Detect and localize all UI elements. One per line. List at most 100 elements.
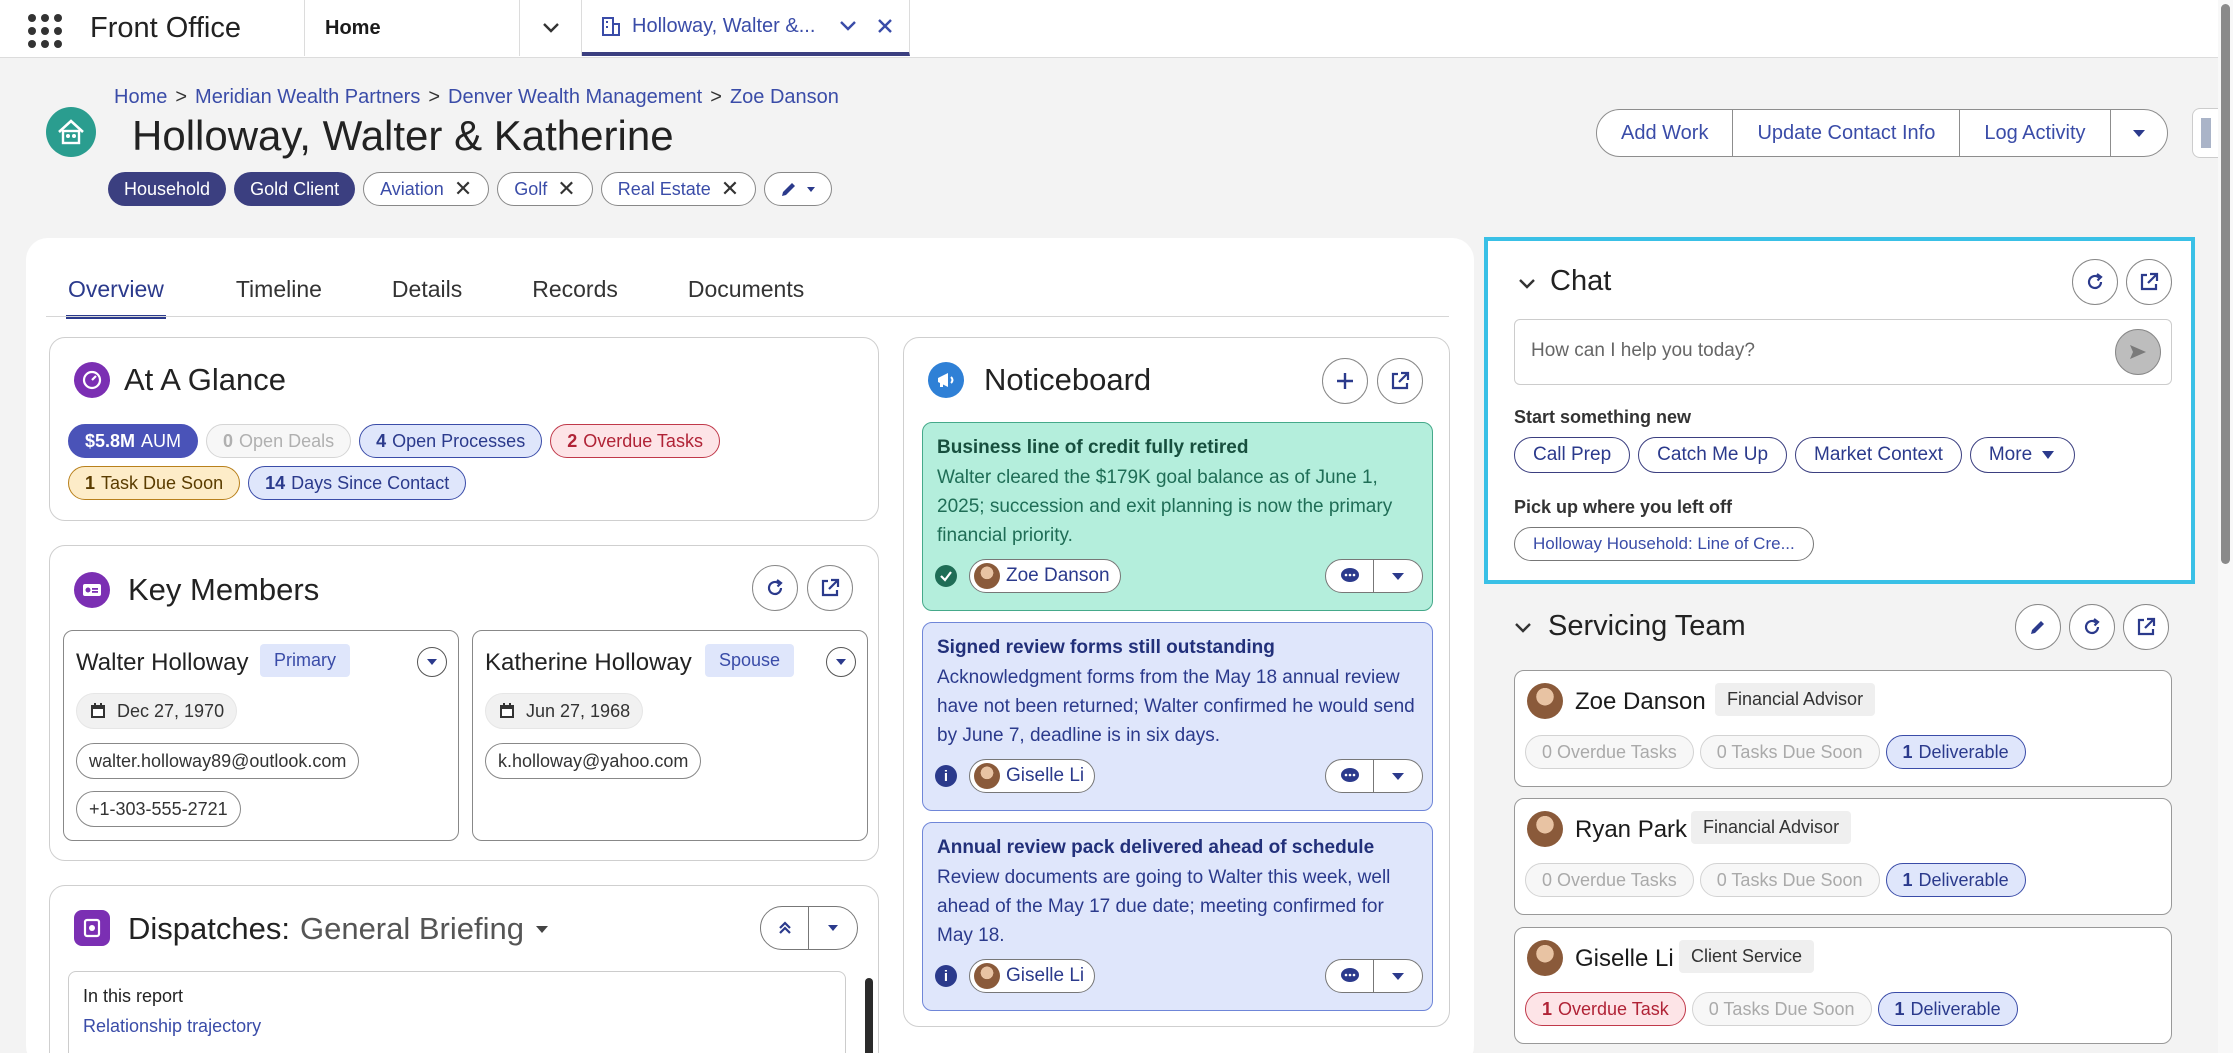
pop-out-button[interactable]	[2126, 259, 2172, 305]
send-icon	[2130, 345, 2146, 359]
vertical-scrollbar[interactable]	[2218, 0, 2233, 1053]
dispatch-menu-button[interactable]	[809, 907, 857, 949]
member-name[interactable]: Katherine Holloway	[485, 649, 692, 677]
open-processes-pill[interactable]: 4 Open Processes	[359, 424, 543, 458]
notice-menu-button[interactable]	[1374, 560, 1422, 592]
close-icon[interactable]	[875, 16, 895, 36]
chevron-down-icon[interactable]	[1516, 273, 1538, 295]
person-chip[interactable]: Zoe Danson	[969, 559, 1121, 593]
comment-button[interactable]	[1326, 960, 1374, 992]
side-panel-toggle[interactable]	[2192, 108, 2218, 158]
comment-button[interactable]	[1326, 560, 1374, 592]
email-chip[interactable]: walter.holloway89@outlook.com	[76, 743, 360, 779]
member-name[interactable]: Walter Holloway	[76, 649, 249, 677]
refresh-button[interactable]	[752, 565, 798, 611]
edit-button[interactable]	[2015, 604, 2061, 650]
log-activity-button[interactable]: Log Activity	[1960, 110, 2111, 156]
caret-down-icon[interactable]	[534, 921, 550, 937]
tasks-due-soon-pill[interactable]: 0 Tasks Due Soon	[1691, 992, 1872, 1026]
deliverable-pill[interactable]: 1 Deliverable	[1877, 992, 2018, 1026]
breadcrumb-item[interactable]: Home	[114, 86, 167, 108]
app-launcher-icon[interactable]	[28, 14, 62, 48]
remove-tag-icon[interactable]: ✕	[557, 176, 575, 202]
remove-tag-icon[interactable]: ✕	[454, 176, 472, 202]
team-member-name[interactable]: Giselle Li	[1575, 945, 1674, 973]
days-since-contact-value: 14	[265, 472, 286, 493]
chevron-down-icon[interactable]	[1512, 617, 1534, 639]
remove-tag-icon[interactable]: ✕	[721, 176, 739, 202]
dispatch-type-dropdown[interactable]: General Briefing	[300, 911, 524, 947]
tasks-due-soon-pill[interactable]: 0 Tasks Due Soon	[1699, 863, 1880, 897]
aum-pill[interactable]: $5.8M AUM	[68, 424, 199, 458]
tab-holloway[interactable]: Holloway, Walter &...	[582, 0, 910, 56]
tab-overflow-button[interactable]	[520, 0, 582, 56]
team-member-card: Ryan Park Financial Advisor 0 Overdue Ta…	[1514, 798, 2172, 915]
open-deals-pill[interactable]: 0 Open Deals	[206, 424, 352, 458]
pop-out-button[interactable]	[807, 565, 853, 611]
overdue-tasks-pill[interactable]: 0 Overdue Tasks	[1525, 863, 1694, 897]
more-actions-button[interactable]	[2111, 110, 2167, 156]
catch-me-up-button[interactable]: Catch Me Up	[1638, 437, 1788, 473]
team-member-name[interactable]: Zoe Danson	[1575, 688, 1706, 716]
notice-card[interactable]: Business line of credit fully retired Wa…	[922, 422, 1433, 611]
recent-chat-button[interactable]: Holloway Household: Line of Cre...	[1514, 527, 1814, 561]
notice-menu-button[interactable]	[1374, 760, 1422, 792]
market-context-button[interactable]: Market Context	[1795, 437, 1962, 473]
overdue-label: Overdue Task	[1558, 998, 1669, 1019]
add-work-button[interactable]: Add Work	[1597, 110, 1734, 156]
deliverable-pill[interactable]: 1 Deliverable	[1885, 863, 2026, 897]
update-contact-info-button[interactable]: Update Contact Info	[1733, 110, 1961, 156]
days-since-contact-pill[interactable]: 14 Days Since Contact	[248, 466, 467, 500]
dispatch-report-box: In this report Relationship trajectory	[68, 971, 846, 1053]
info-icon: i	[935, 965, 957, 987]
tab-home[interactable]: Home	[304, 0, 520, 56]
notice-card[interactable]: Annual review pack delivered ahead of sc…	[922, 822, 1433, 1011]
breadcrumb-item[interactable]: Denver Wealth Management	[448, 86, 702, 108]
breadcrumb-item[interactable]: Meridian Wealth Partners	[195, 86, 420, 108]
tab-overview[interactable]: Overview	[66, 276, 166, 319]
member-menu-button[interactable]	[826, 647, 856, 677]
more-button[interactable]: More	[1969, 437, 2076, 473]
notice-card[interactable]: Signed review forms still outstanding Ac…	[922, 622, 1433, 811]
dispatch-scrollbar[interactable]	[865, 978, 873, 1053]
phone-chip[interactable]: +1-303-555-2721	[76, 791, 241, 827]
add-notice-button[interactable]	[1322, 358, 1368, 404]
notice-body: Review documents are going to Walter thi…	[937, 867, 1391, 946]
member-menu-button[interactable]	[417, 647, 447, 677]
task-due-soon-pill[interactable]: 1 Task Due Soon	[68, 466, 241, 500]
email-chip[interactable]: k.holloway@yahoo.com	[485, 743, 702, 779]
comment-button[interactable]	[1326, 760, 1374, 792]
collapse-button[interactable]	[761, 907, 809, 949]
report-section-link[interactable]: Relationship trajectory	[83, 1016, 261, 1037]
tag-gold-client[interactable]: Gold Client	[234, 172, 356, 206]
pop-out-button[interactable]	[2123, 604, 2169, 650]
tag-golf: Golf ✕	[497, 172, 593, 206]
pop-out-button[interactable]	[1377, 358, 1423, 404]
person-chip[interactable]: Giselle Li	[969, 759, 1096, 793]
refresh-button[interactable]	[2069, 604, 2115, 650]
overdue-tasks-pill[interactable]: 2 Overdue Tasks	[550, 424, 720, 458]
notice-actions	[1325, 959, 1423, 993]
tab-records[interactable]: Records	[532, 276, 618, 319]
notice-menu-button[interactable]	[1374, 960, 1422, 992]
person-chip[interactable]: Giselle Li	[969, 959, 1096, 993]
tag-household[interactable]: Household	[108, 172, 227, 206]
overdue-task-pill[interactable]: 1 Overdue Task	[1525, 992, 1686, 1026]
tasks-due-soon-pill[interactable]: 0 Tasks Due Soon	[1699, 735, 1880, 769]
task-due-soon-value: 1	[85, 472, 96, 493]
team-member-name[interactable]: Ryan Park	[1575, 816, 1687, 844]
deliverable-pill[interactable]: 1 Deliverable	[1885, 735, 2026, 769]
tab-documents[interactable]: Documents	[688, 276, 804, 319]
refresh-button[interactable]	[2072, 259, 2118, 305]
chat-input[interactable]: How can I help you today?	[1514, 319, 2172, 385]
breadcrumb-item[interactable]: Zoe Danson	[730, 86, 839, 108]
overdue-tasks-pill[interactable]: 0 Overdue Tasks	[1525, 735, 1694, 769]
send-button[interactable]	[2115, 329, 2161, 375]
chevron-down-icon[interactable]	[837, 15, 859, 37]
check-circle-icon	[935, 565, 957, 587]
chat-bubble-icon	[1340, 568, 1359, 582]
call-prep-button[interactable]: Call Prep	[1514, 437, 1631, 473]
edit-tags-button[interactable]	[764, 172, 833, 206]
tab-details[interactable]: Details	[392, 276, 462, 319]
tab-timeline[interactable]: Timeline	[236, 276, 322, 319]
